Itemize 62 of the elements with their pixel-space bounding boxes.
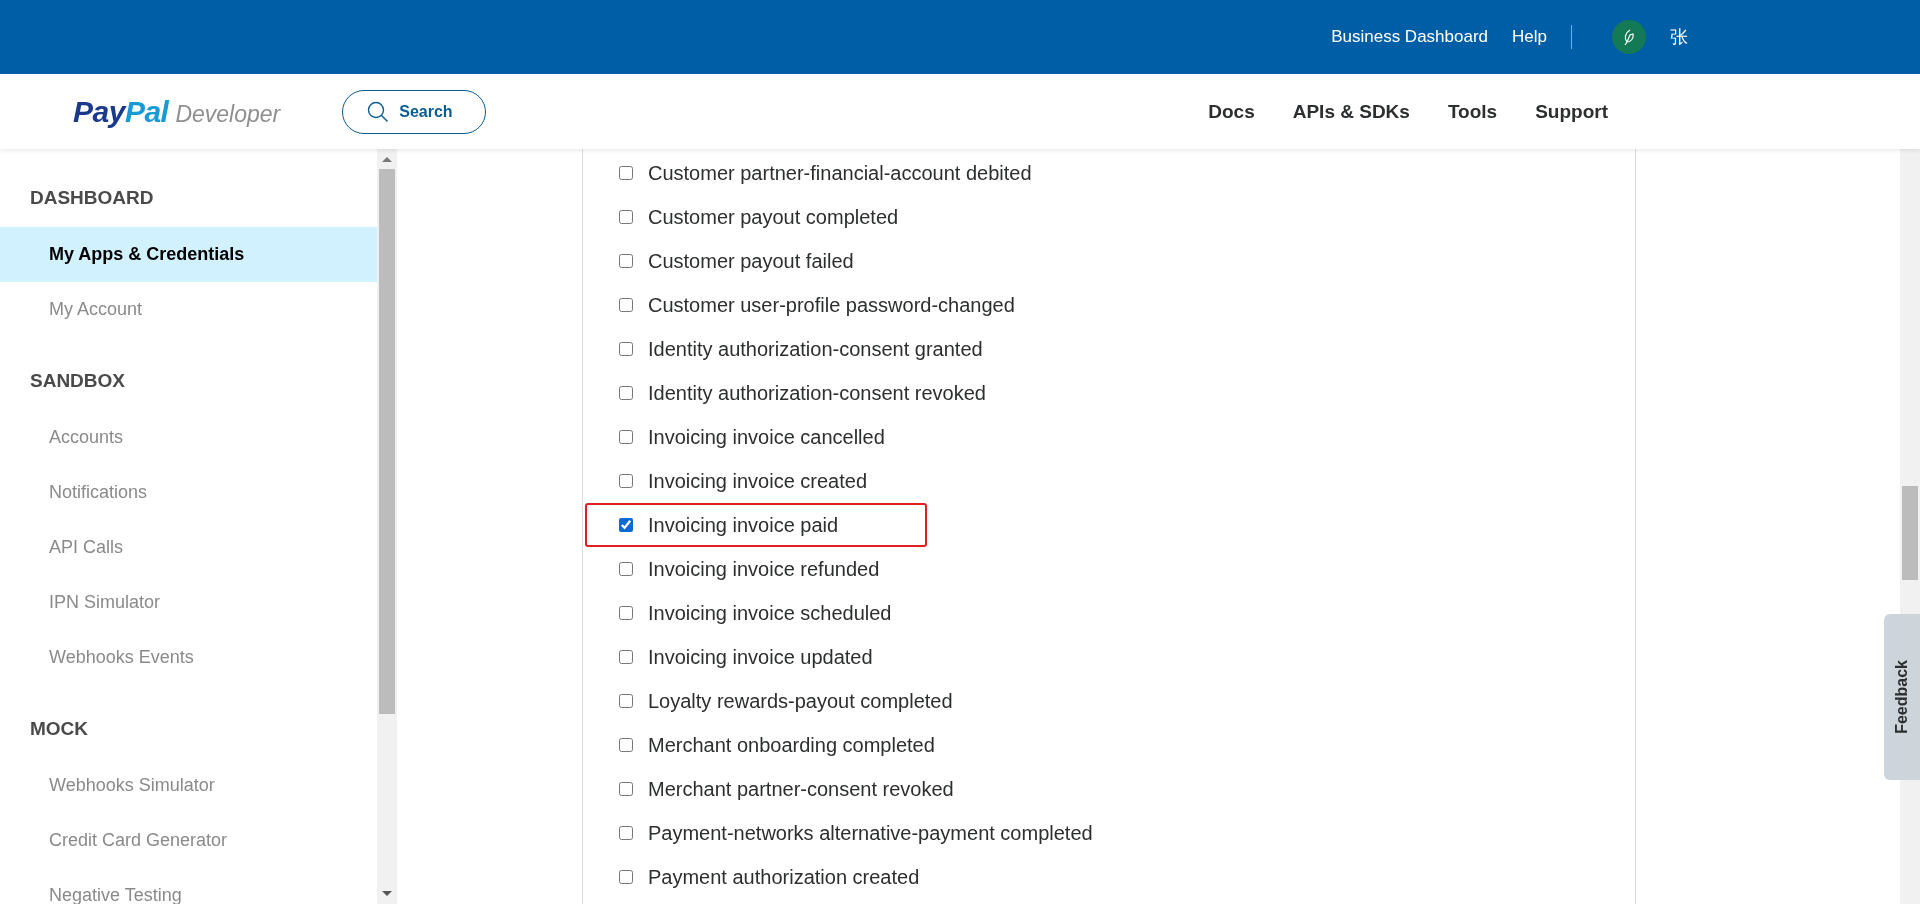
- checkbox[interactable]: [619, 254, 633, 268]
- sidebar-item[interactable]: IPN Simulator: [0, 575, 377, 630]
- sidebar-item[interactable]: API Calls: [0, 520, 377, 575]
- checkbox[interactable]: [619, 826, 633, 840]
- nav-link[interactable]: APIs & SDKs: [1292, 100, 1410, 123]
- user-name[interactable]: 张: [1670, 25, 1688, 49]
- sidebar-item[interactable]: Credit Card Generator: [0, 813, 377, 868]
- nav-link[interactable]: Tools: [1447, 100, 1498, 123]
- checkbox[interactable]: [619, 606, 633, 620]
- section-heading: SANDBOX: [29, 369, 126, 393]
- top-link[interactable]: Business Dashboard: [1331, 27, 1489, 47]
- event-label: Merchant partner-consent revoked: [648, 777, 954, 801]
- checkbox[interactable]: [619, 298, 633, 312]
- checkbox[interactable]: [619, 870, 633, 884]
- event-label: Customer payout completed: [648, 205, 899, 229]
- event-label: Payment-networks alternative-payment completed: [648, 821, 1093, 845]
- scrollbar-thumb[interactable]: [1902, 486, 1918, 580]
- checkbox[interactable]: [619, 650, 633, 664]
- event-label: Customer payout failed: [648, 249, 854, 273]
- sidebar-item[interactable]: My Apps & Credentials: [0, 227, 377, 282]
- event-label: Invoicing invoice paid: [648, 513, 839, 537]
- event-label: Invoicing invoice created: [648, 469, 867, 493]
- search-button[interactable]: Search: [342, 89, 487, 134]
- sidebar-item[interactable]: Notifications: [0, 465, 377, 520]
- section-heading: MOCK: [29, 717, 90, 741]
- checkbox[interactable]: [619, 386, 633, 400]
- section-heading: DASHBOARD: [29, 186, 155, 210]
- feedback-tab[interactable]: Feedback: [1884, 614, 1920, 780]
- event-label: Identity authorization-consent revoked: [648, 381, 986, 405]
- event-label: Customer partner-financial-account debited: [648, 161, 1032, 185]
- checkbox[interactable]: [619, 210, 633, 224]
- event-label: Invoicing invoice cancelled: [648, 425, 885, 449]
- nav-link[interactable]: Support: [1535, 100, 1608, 123]
- sidebar-item[interactable]: Webhooks Events: [0, 630, 377, 685]
- nav-link[interactable]: Docs: [1208, 100, 1255, 123]
- sidebar-item[interactable]: Negative Testing: [0, 868, 377, 904]
- event-label: Payment authorization created: [648, 865, 920, 889]
- top-link[interactable]: Help: [1512, 27, 1547, 47]
- sidebar-scrollbar[interactable]: [377, 149, 397, 904]
- event-label: Invoicing invoice scheduled: [648, 601, 892, 625]
- scrollbar-thumb[interactable]: [379, 169, 395, 714]
- checkbox[interactable]: [619, 342, 633, 356]
- event-label: Merchant onboarding completed: [648, 733, 935, 757]
- checkbox[interactable]: [619, 562, 633, 576]
- sidebar-item[interactable]: My Account: [0, 282, 377, 337]
- event-label: Identity authorization-consent granted: [648, 337, 983, 361]
- checkbox[interactable]: [619, 430, 633, 444]
- event-label: Invoicing invoice refunded: [648, 557, 880, 581]
- checkbox[interactable]: [619, 166, 633, 180]
- checkbox[interactable]: [619, 694, 633, 708]
- logo[interactable]: PayPal Developer: [73, 94, 281, 129]
- checkbox[interactable]: [619, 474, 633, 488]
- sidebar-item[interactable]: Accounts: [0, 410, 377, 465]
- search-icon: [367, 100, 390, 123]
- checkbox[interactable]: [619, 738, 633, 752]
- event-label: Customer user-profile password-changed: [648, 293, 1015, 317]
- checkbox[interactable]: [619, 518, 633, 532]
- avatar-icon[interactable]: [1612, 20, 1646, 54]
- event-label: Loyalty rewards-payout completed: [648, 689, 953, 713]
- sidebar-item[interactable]: Webhooks Simulator: [0, 758, 377, 813]
- event-label: Invoicing invoice updated: [648, 645, 873, 669]
- checkbox[interactable]: [619, 782, 633, 796]
